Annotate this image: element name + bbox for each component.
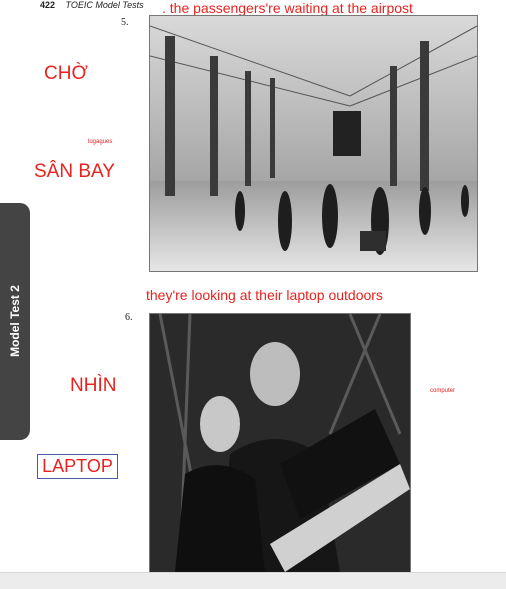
laptop-text-box[interactable]: LAPTOP: [37, 454, 118, 479]
airport-photo: [149, 15, 478, 272]
bottom-scrollbar[interactable]: [0, 572, 506, 589]
laptop-photo: [149, 313, 411, 573]
book-title: TOEIC Model Tests: [65, 0, 144, 10]
question-6-number: 6.: [125, 312, 133, 323]
model-test-tab: Model Test 2: [0, 203, 30, 440]
question-5-caption: . the passengers're waiting at the airpo…: [162, 0, 413, 16]
side-tab-label: Model Test 2: [8, 285, 22, 357]
vocab-computer: computer: [430, 388, 456, 394]
vocab-san-bay: SÂN BAY: [34, 161, 115, 182]
vocab-laptop: LAPTOP: [42, 456, 113, 476]
vocab-luggages: lugagues: [88, 139, 113, 145]
question-5-number: 5.: [121, 17, 129, 28]
vocab-nhin: NHÌN: [70, 375, 117, 396]
vocab-cho: CHỜ: [44, 63, 88, 84]
page-header: 422 TOEIC Model Tests: [40, 0, 144, 10]
page-number: 422: [40, 0, 56, 10]
question-6-caption: they're looking at their laptop outdoors: [146, 287, 383, 303]
